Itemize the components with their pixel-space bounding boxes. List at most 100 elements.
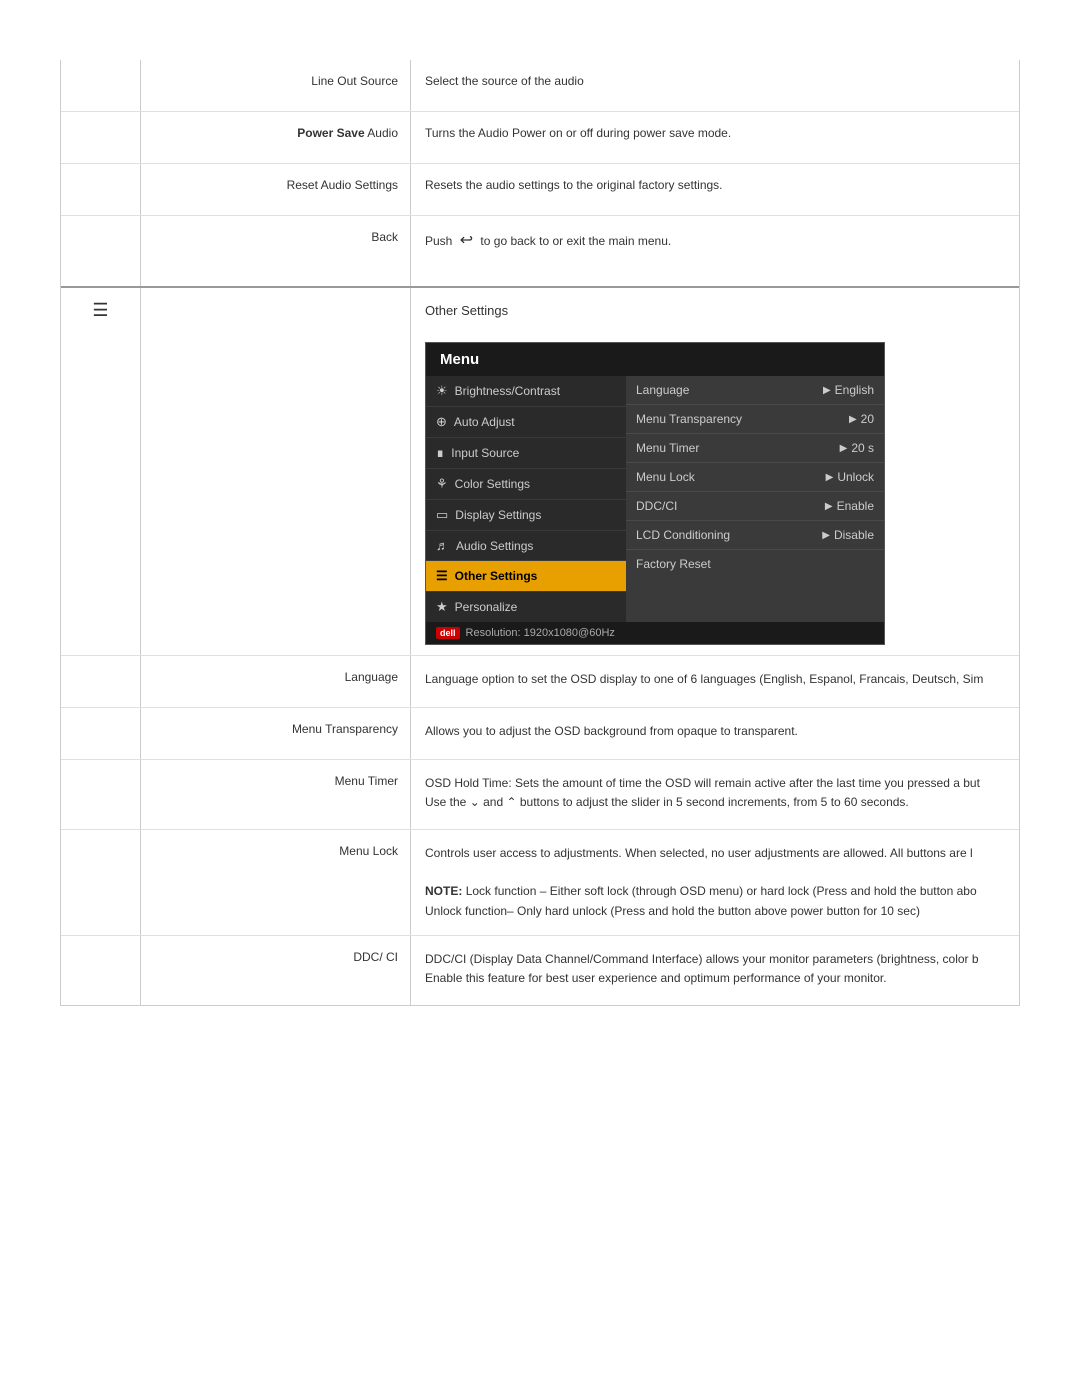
- dell-logo: dell: [436, 627, 460, 639]
- right-item-factory[interactable]: Factory Reset: [626, 550, 884, 578]
- lock-main-text: Controls user access to adjustments. Whe…: [425, 846, 973, 860]
- osd-right-menu: Language ▶ English Menu Transparency: [626, 376, 884, 622]
- menu-item-input-source[interactable]: ∎ Input Source: [426, 438, 626, 469]
- timer-desc-content: OSD Hold Time: Sets the amount of time t…: [411, 760, 1019, 829]
- power-save-bold: Power Save: [297, 126, 364, 140]
- language-right-label: Language: [636, 383, 689, 397]
- osd-menu-row: Menu ☀ Brightness/Contrast ⊕: [61, 332, 1019, 655]
- language-arrow: ▶: [823, 385, 831, 396]
- auto-adjust-label: Auto Adjust: [454, 415, 515, 429]
- other-settings-menu-icon: ☰: [436, 568, 448, 584]
- color-settings-icon: ⚘: [436, 476, 448, 492]
- personalize-icon: ★: [436, 599, 448, 615]
- osd-menu-container: Menu ☀ Brightness/Contrast ⊕: [411, 332, 1019, 655]
- other-settings-section: ☰ Other Settings Menu: [61, 288, 1019, 1006]
- reset-audio-label: Reset Audio Settings: [141, 164, 411, 215]
- back-row: Back Push ↩ to go back to or exit the ma…: [61, 216, 1019, 286]
- lock-note-label: NOTE:: [425, 884, 462, 898]
- transparency-right-label: Menu Transparency: [636, 412, 742, 426]
- ddc-desc-content: DDC/CI (Display Data Channel/Command Int…: [411, 936, 1019, 1005]
- right-item-lock[interactable]: Menu Lock ▶ Unlock: [626, 463, 884, 492]
- timer-desc-row: Menu Timer OSD Hold Time: Sets the amoun…: [61, 759, 1019, 829]
- lcd-arrow: ▶: [822, 530, 830, 541]
- lock-right-value: ▶ Unlock: [826, 470, 874, 484]
- right-item-language[interactable]: Language ▶ English: [626, 376, 884, 405]
- menu-item-personalize[interactable]: ★ Personalize: [426, 592, 626, 622]
- right-item-timer[interactable]: Menu Timer ▶ 20 s: [626, 434, 884, 463]
- timer-right-value: ▶ 20 s: [840, 441, 874, 455]
- language-desc-content: Language option to set the OSD display t…: [411, 656, 1019, 707]
- timer-desc-label: Menu Timer: [141, 760, 411, 829]
- icon-col-empty2: [61, 112, 141, 163]
- osd-footer: dell Resolution: 1920x1080@60Hz: [426, 622, 884, 644]
- ddc-desc-row: DDC/ CI DDC/CI (Display Data Channel/Com…: [61, 935, 1019, 1005]
- icon-col-empty3: [61, 164, 141, 215]
- timer-desc-icon-col: [61, 760, 141, 829]
- personalize-label: Personalize: [455, 600, 518, 614]
- lock-right-label: Menu Lock: [636, 470, 695, 484]
- menu-item-audio-settings[interactable]: ♬ Audio Settings: [426, 531, 626, 561]
- line-out-source-row: Line Out Source Select the source of the…: [61, 60, 1019, 112]
- transparency-right-value: ▶ 20: [849, 412, 874, 426]
- reset-audio-row: Reset Audio Settings Resets the audio se…: [61, 164, 1019, 216]
- language-desc-row: Language Language option to set the OSD …: [61, 655, 1019, 707]
- transparency-desc-row: Menu Transparency Allows you to adjust t…: [61, 707, 1019, 759]
- lcd-value-text: Disable: [834, 528, 874, 542]
- down-arrow-icon: ⌄: [470, 795, 480, 809]
- icon-col-empty4: [61, 216, 141, 286]
- transparency-value-text: 20: [861, 412, 874, 426]
- right-item-ddc[interactable]: DDC/CI ▶ Enable: [626, 492, 884, 521]
- audio-settings-label: Audio Settings: [456, 539, 533, 553]
- power-save-desc: Turns the Audio Power on or off during p…: [411, 112, 1019, 163]
- language-desc-icon-col: [61, 656, 141, 707]
- ddc-desc-icon-col: [61, 936, 141, 1005]
- lock-desc-row: Menu Lock Controls user access to adjust…: [61, 829, 1019, 935]
- lock-value-text: Unlock: [837, 470, 874, 484]
- other-settings-icon: ☰: [92, 300, 108, 321]
- reset-audio-desc: Resets the audio settings to the origina…: [411, 164, 1019, 215]
- transparency-desc-label: Menu Transparency: [141, 708, 411, 759]
- timer-value-text: 20 s: [851, 441, 874, 455]
- brightness-label: Brightness/Contrast: [455, 384, 560, 398]
- audio-section: Line Out Source Select the source of the…: [61, 60, 1019, 288]
- power-save-row: Power Save Audio Turns the Audio Power o…: [61, 112, 1019, 164]
- color-settings-label: Color Settings: [455, 477, 530, 491]
- menu-item-color-settings[interactable]: ⚘ Color Settings: [426, 469, 626, 500]
- menu-item-auto-adjust[interactable]: ⊕ Auto Adjust: [426, 407, 626, 438]
- icon-col-empty: [61, 60, 141, 111]
- language-value-text: English: [835, 383, 874, 397]
- display-settings-icon: ▭: [436, 507, 448, 523]
- other-settings-header-row: ☰ Other Settings: [61, 288, 1019, 332]
- timer-arrow: ▶: [840, 443, 848, 454]
- osd-icon-col: [61, 332, 141, 655]
- menu-item-other-settings[interactable]: ☰ Other Settings: [426, 561, 626, 592]
- input-source-icon: ∎: [436, 445, 444, 461]
- timer-right-label: Menu Timer: [636, 441, 699, 455]
- input-source-label: Input Source: [451, 446, 519, 460]
- right-item-lcd[interactable]: LCD Conditioning ▶ Disable: [626, 521, 884, 550]
- power-save-plain: Audio: [365, 126, 398, 140]
- audio-settings-icon: ♬: [436, 538, 449, 553]
- right-item-transparency[interactable]: Menu Transparency ▶ 20: [626, 405, 884, 434]
- ddc-value-text: Enable: [837, 499, 874, 513]
- menu-item-display-settings[interactable]: ▭ Display Settings: [426, 500, 626, 531]
- other-settings-title-col: Other Settings: [411, 291, 1019, 330]
- up-arrow-icon: ⌃: [506, 795, 516, 809]
- power-save-label: Power Save Audio: [141, 112, 411, 163]
- transparency-desc-content: Allows you to adjust the OSD background …: [411, 708, 1019, 759]
- other-settings-title: Other Settings: [425, 303, 508, 318]
- osd-middle-col: [141, 332, 411, 655]
- auto-adjust-icon: ⊕: [436, 414, 447, 430]
- ddc-arrow: ▶: [825, 501, 833, 512]
- line-out-label: Line Out Source: [141, 60, 411, 111]
- osd-menu-title: Menu: [426, 343, 884, 376]
- menu-item-brightness[interactable]: ☀ Brightness/Contrast: [426, 376, 626, 407]
- resolution-text: Resolution: 1920x1080@60Hz: [466, 627, 615, 639]
- other-settings-menu-label: Other Settings: [455, 569, 538, 583]
- ddc-desc-label: DDC/ CI: [141, 936, 411, 1005]
- osd-menu: Menu ☀ Brightness/Contrast ⊕: [425, 342, 885, 645]
- lock-desc-content: Controls user access to adjustments. Whe…: [411, 830, 1019, 935]
- language-right-value: ▶ English: [823, 383, 874, 397]
- back-desc: Push ↩ to go back to or exit the main me…: [411, 216, 1019, 286]
- transparency-arrow: ▶: [849, 414, 857, 425]
